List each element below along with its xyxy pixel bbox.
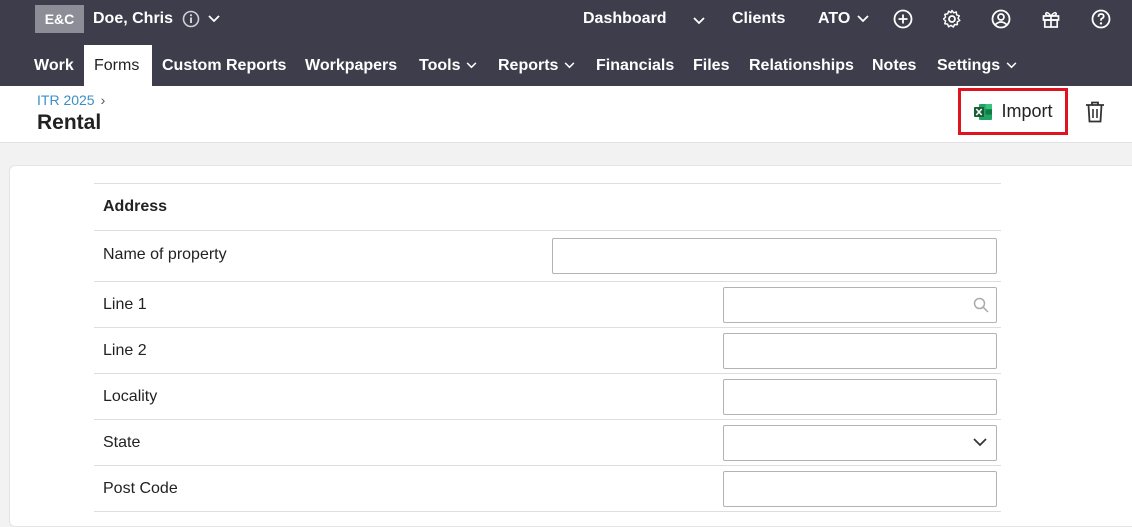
- line2-label: Line 2: [103, 342, 147, 359]
- page-title: Rental: [37, 111, 102, 134]
- menu-custom-reports[interactable]: Custom Reports: [152, 45, 296, 86]
- chevron-down-icon[interactable]: [208, 15, 220, 23]
- row-name-of-property: Name of property: [94, 230, 1001, 281]
- line2-field[interactable]: [723, 333, 997, 369]
- row-post-code: Post Code: [94, 465, 1001, 511]
- breadcrumb-separator: ›: [100, 92, 106, 108]
- menu-tools[interactable]: Tools: [409, 45, 487, 86]
- name-of-property-label: Name of property: [103, 246, 227, 263]
- client-badge[interactable]: E&C: [35, 5, 84, 33]
- line1-input[interactable]: [724, 288, 996, 322]
- menu-files[interactable]: Files: [683, 45, 739, 86]
- address-section-header: Address: [94, 183, 1001, 230]
- chevron-down-icon: [973, 438, 987, 447]
- trash-icon[interactable]: [1084, 100, 1106, 124]
- line2-input[interactable]: [724, 334, 996, 368]
- import-label: Import: [1001, 101, 1053, 121]
- menu-tools-label: Tools: [419, 57, 461, 74]
- state-select[interactable]: [723, 425, 997, 461]
- info-icon[interactable]: [182, 10, 200, 28]
- menu-notes[interactable]: Notes: [862, 45, 926, 86]
- nav-ato[interactable]: ATO: [818, 10, 850, 28]
- breadcrumb-link-itr[interactable]: ITR 2025: [37, 92, 95, 108]
- help-icon[interactable]: [1091, 9, 1111, 29]
- section-title: Address: [103, 198, 168, 215]
- line1-label: Line 1: [103, 296, 147, 313]
- import-button[interactable]: Import: [958, 88, 1068, 135]
- search-icon[interactable]: [973, 297, 989, 313]
- menu-relationships-label: Relationships: [749, 57, 854, 74]
- menu-reports-label: Reports: [498, 57, 559, 74]
- address-form: Address Name of property Line 1 Line 2 L…: [94, 183, 1001, 515]
- menu-custom-reports-label: Custom Reports: [162, 57, 287, 74]
- post-code-input[interactable]: [724, 472, 996, 506]
- ato-chevron-down-icon[interactable]: [857, 15, 869, 23]
- menu-work-label: Work: [34, 57, 74, 74]
- page-header: ITR 2025 › Rental Import: [0, 86, 1132, 143]
- menu-financials[interactable]: Financials: [586, 45, 684, 86]
- menu-forms[interactable]: Forms: [84, 45, 152, 86]
- line1-field[interactable]: [723, 287, 997, 323]
- breadcrumb: ITR 2025 ›: [37, 92, 105, 108]
- excel-icon: [974, 103, 993, 120]
- top-navigation-bar: E&C Doe, Chris Dashboard Clients ATO Wor…: [0, 0, 1132, 86]
- menu-reports[interactable]: Reports: [488, 45, 585, 86]
- dashboard-chevron-down-icon[interactable]: [693, 17, 705, 25]
- menu-notes-label: Notes: [872, 57, 917, 74]
- gear-icon[interactable]: [942, 9, 962, 29]
- locality-input[interactable]: [724, 380, 996, 414]
- locality-label: Locality: [103, 388, 158, 405]
- nav-dashboard[interactable]: Dashboard: [583, 10, 667, 28]
- client-name[interactable]: Doe, Chris: [93, 10, 173, 28]
- menu-workpapers-label: Workpapers: [305, 57, 398, 74]
- name-of-property-input[interactable]: [553, 239, 996, 273]
- menu-files-label: Files: [693, 57, 730, 74]
- row-line1: Line 1: [94, 281, 1001, 327]
- row-state: State: [94, 419, 1001, 465]
- menu-work[interactable]: Work: [24, 45, 84, 86]
- chevron-down-icon: [565, 62, 575, 69]
- chevron-down-icon: [1006, 62, 1017, 69]
- post-code-label: Post Code: [103, 480, 178, 497]
- user-circle-icon[interactable]: [991, 9, 1011, 29]
- row-locality: Locality: [94, 373, 1001, 419]
- row-line2: Line 2: [94, 327, 1001, 373]
- nav-clients[interactable]: Clients: [732, 10, 785, 28]
- menu-settings-label: Settings: [937, 57, 1001, 74]
- locality-field[interactable]: [723, 379, 997, 415]
- gift-icon[interactable]: [1041, 9, 1061, 29]
- state-label: State: [103, 434, 141, 451]
- menu-forms-label: Forms: [94, 57, 140, 74]
- row-divider: [94, 511, 1001, 515]
- chevron-down-icon: [467, 62, 477, 69]
- menu-workpapers[interactable]: Workpapers: [295, 45, 407, 86]
- plus-circle-icon[interactable]: [893, 9, 913, 29]
- menu-relationships[interactable]: Relationships: [739, 45, 864, 86]
- menu-settings[interactable]: Settings: [927, 45, 1027, 86]
- name-of-property-field[interactable]: [552, 238, 997, 274]
- post-code-field[interactable]: [723, 471, 997, 507]
- menu-financials-label: Financials: [596, 57, 675, 74]
